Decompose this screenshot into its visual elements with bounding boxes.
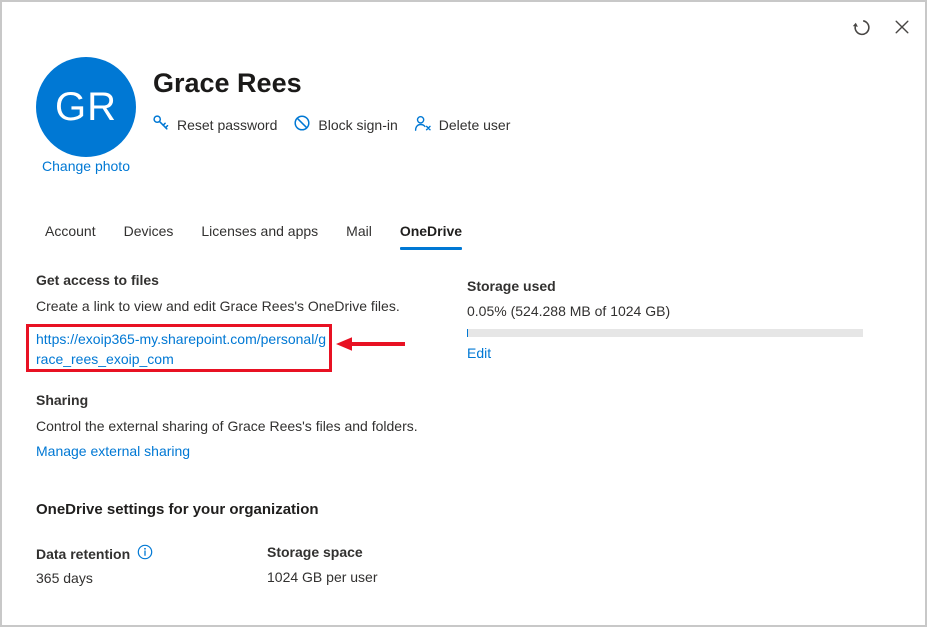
refresh-button[interactable]: [849, 15, 875, 41]
key-icon: [152, 114, 170, 135]
data-retention-value: 365 days: [36, 570, 93, 586]
close-icon: [893, 18, 911, 39]
tab-mail[interactable]: Mail: [337, 219, 381, 250]
onedrive-files-link[interactable]: https://exoip365-my.sharepoint.com/perso…: [36, 329, 328, 369]
sharing-description: Control the external sharing of Grace Re…: [36, 418, 418, 434]
delete-user-label: Delete user: [438, 116, 511, 133]
tab-account[interactable]: Account: [36, 219, 105, 250]
data-retention-label: Data retention: [36, 545, 131, 562]
refresh-icon: [852, 17, 872, 40]
user-action-bar: Reset password Block sign-in Delete user: [152, 114, 510, 135]
storage-used-progress-bar: [467, 329, 863, 337]
reset-password-label: Reset password: [177, 116, 278, 133]
storage-used-value: 0.05% (524.288 MB of 1024 GB): [467, 303, 671, 319]
red-annotation-arrow-icon: [336, 336, 406, 355]
avatar-initials: GR: [55, 84, 117, 129]
avatar: GR: [36, 57, 136, 157]
data-retention-row: Data retention: [36, 544, 153, 563]
manage-external-sharing-link[interactable]: Manage external sharing: [36, 443, 190, 459]
block-sign-in-label: Block sign-in: [318, 116, 398, 133]
change-photo-link[interactable]: Change photo: [26, 158, 146, 174]
reset-password-button[interactable]: Reset password: [152, 114, 277, 135]
delete-user-icon: [414, 115, 432, 135]
delete-user-button[interactable]: Delete user: [414, 115, 511, 135]
tab-onedrive[interactable]: OneDrive: [391, 219, 471, 250]
get-access-heading: Get access to files: [36, 272, 159, 288]
block-icon: [293, 114, 311, 135]
storage-space-value: 1024 GB per user: [267, 569, 378, 585]
page-title: Grace Rees: [153, 68, 302, 98]
get-access-description: Create a link to view and edit Grace Ree…: [36, 298, 400, 314]
tab-devices[interactable]: Devices: [115, 219, 183, 250]
block-sign-in-button[interactable]: Block sign-in: [293, 114, 398, 135]
user-detail-tabs: Account Devices Licenses and apps Mail O…: [36, 219, 471, 250]
storage-used-heading: Storage used: [467, 278, 556, 294]
tab-licenses-and-apps[interactable]: Licenses and apps: [192, 219, 327, 250]
org-settings-heading: OneDrive settings for your organization: [36, 501, 319, 518]
storage-edit-link[interactable]: Edit: [467, 345, 491, 361]
user-details-panel: GR Change photo Grace Rees Reset passwor…: [0, 0, 927, 627]
storage-space-label: Storage space: [267, 544, 363, 560]
info-icon[interactable]: [137, 544, 153, 563]
close-button[interactable]: [889, 15, 915, 41]
sharing-heading: Sharing: [36, 392, 89, 408]
